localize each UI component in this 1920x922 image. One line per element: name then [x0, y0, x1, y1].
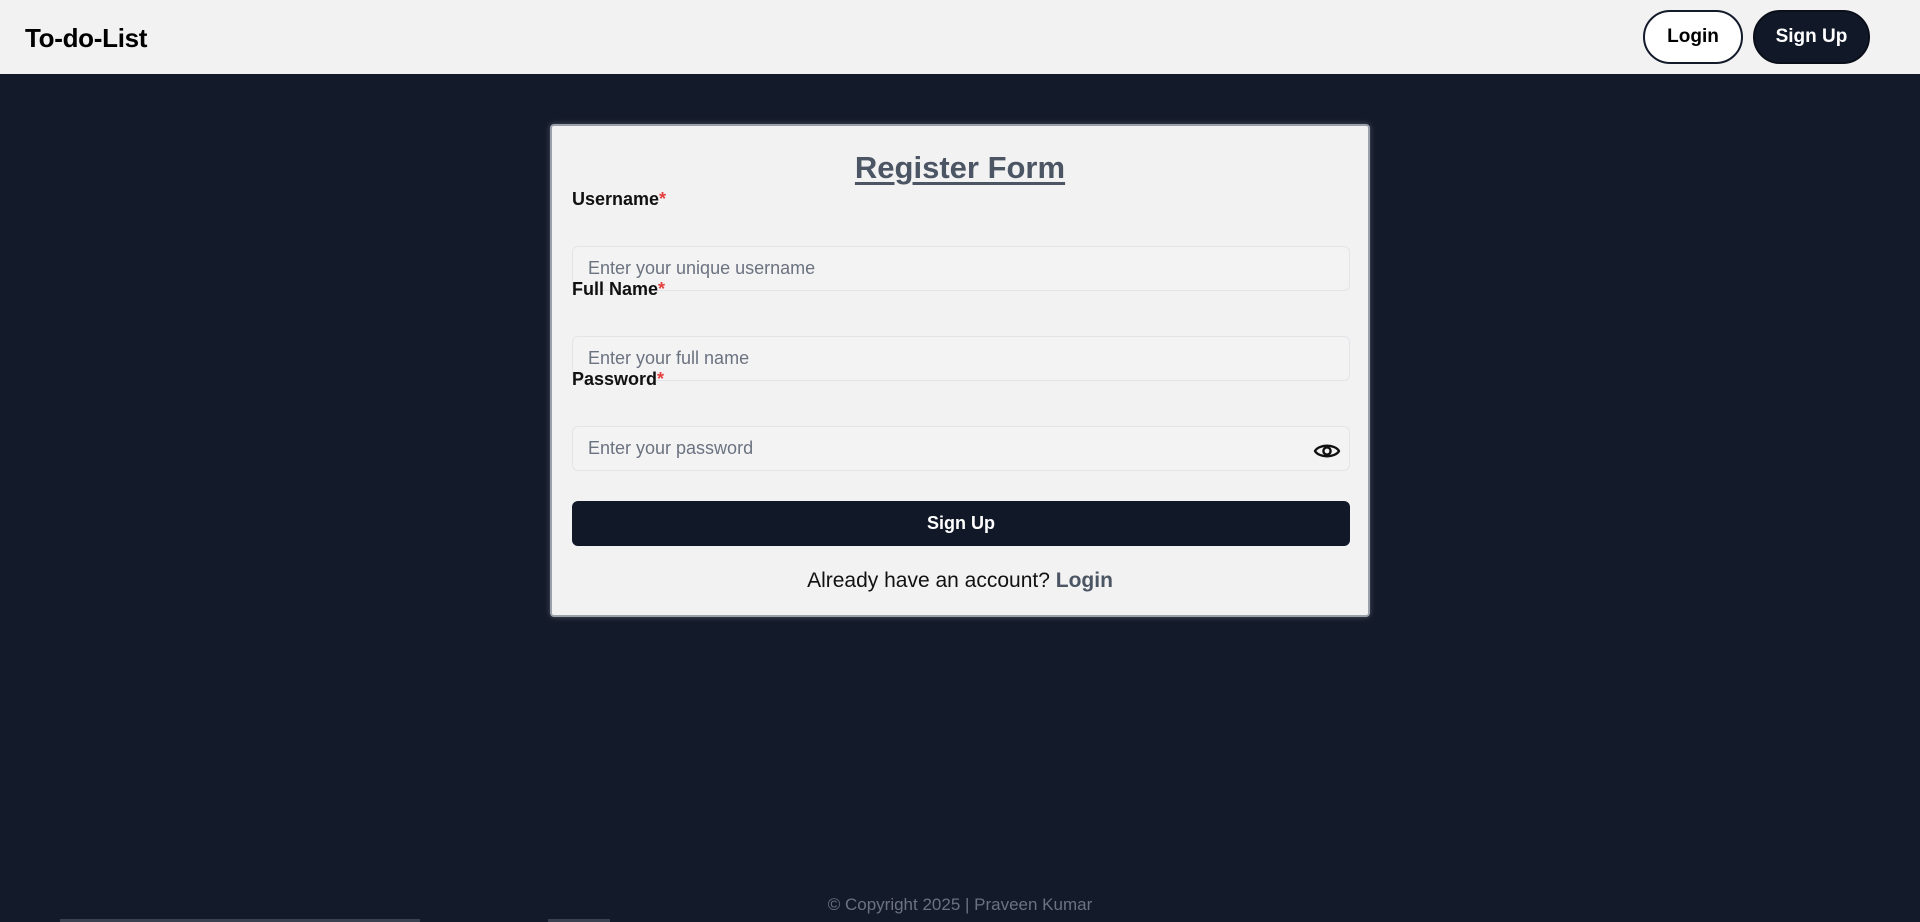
- username-input[interactable]: [572, 246, 1350, 291]
- nav-login-button[interactable]: Login: [1643, 10, 1743, 64]
- fullname-label: Full Name*: [572, 279, 665, 300]
- required-marker: *: [658, 279, 666, 299]
- password-label: Password*: [572, 369, 664, 390]
- required-marker: *: [657, 369, 665, 389]
- navbar: To-do-List Login Sign Up: [0, 0, 1920, 74]
- password-input[interactable]: [572, 426, 1350, 471]
- username-label: Username*: [572, 189, 666, 210]
- nav-signup-button[interactable]: Sign Up: [1753, 10, 1870, 64]
- fullname-label-text: Full Name: [572, 279, 659, 299]
- switch-to-login-line: Already have an account? Login: [552, 569, 1368, 593]
- signup-submit-button[interactable]: Sign Up: [572, 501, 1350, 546]
- switch-prompt: Already have an account?: [807, 569, 1050, 592]
- eye-icon-svg: [1313, 444, 1341, 458]
- login-link[interactable]: Login: [1056, 569, 1113, 592]
- password-label-text: Password: [572, 369, 658, 389]
- username-label-text: Username: [572, 189, 660, 209]
- eye-icon[interactable]: [1312, 436, 1342, 466]
- footer-copyright: © Copyright 2025 | Praveen Kumar: [827, 895, 1093, 914]
- required-marker: *: [659, 189, 667, 209]
- form-title: Register Form: [854, 150, 1066, 185]
- register-form-card: Register Form Username* Full Name* Passw…: [550, 124, 1370, 617]
- fullname-input[interactable]: [572, 336, 1350, 381]
- brand-logo-text[interactable]: To-do-List: [25, 23, 147, 54]
